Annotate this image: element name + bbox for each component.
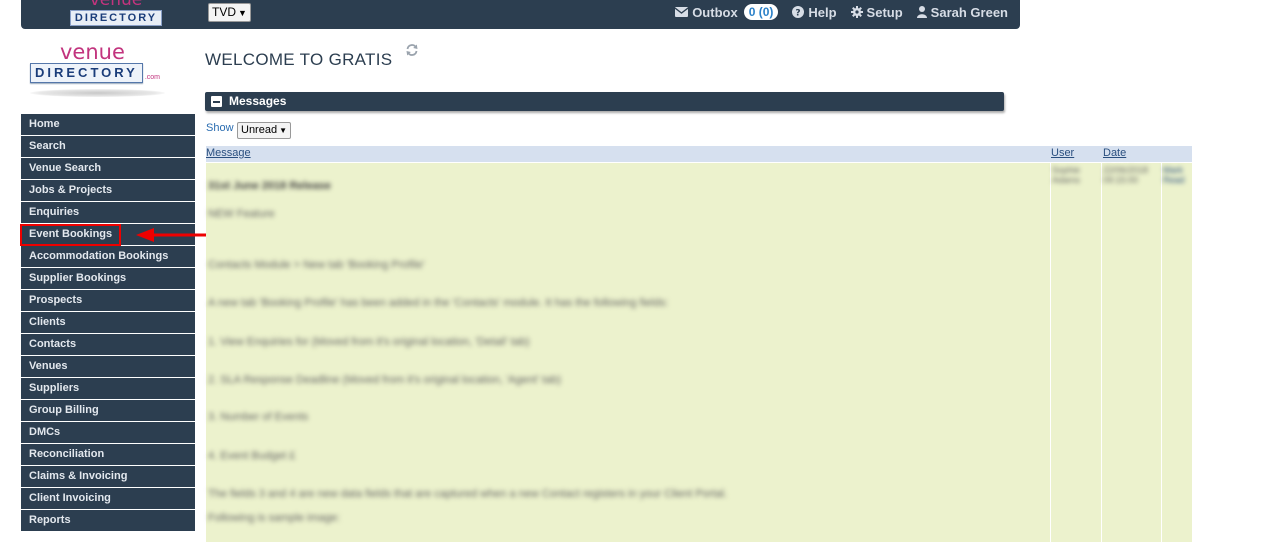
message-line: Following is sample image: bbox=[208, 512, 341, 524]
sidebar-item-contacts[interactable]: Contacts bbox=[21, 334, 195, 355]
message-line: A new tab 'Booking Profile' has been add… bbox=[208, 297, 669, 309]
sidebar-item-venues[interactable]: Venues bbox=[21, 356, 195, 377]
outbox-link[interactable]: Outbox 0 (0) bbox=[675, 4, 779, 20]
table-row: 31st June 2018 Release NEW Feature Conta… bbox=[206, 163, 1192, 542]
help-label: Help bbox=[808, 4, 837, 20]
sidebar-item-accommodation-bookings[interactable]: Accommodation Bookings bbox=[21, 246, 195, 267]
show-filter-select[interactable]: Unread ▼ bbox=[237, 122, 291, 139]
message-user: Sophie Adams bbox=[1052, 165, 1081, 185]
column-header-message[interactable]: Message bbox=[206, 146, 251, 162]
sidebar-item-venue-search[interactable]: Venue Search bbox=[21, 158, 195, 179]
top-nav-links: Outbox 0 (0) ? Help Setup Sarah Green bbox=[675, 0, 1008, 24]
column-header-date[interactable]: Date bbox=[1103, 146, 1126, 162]
outbox-count-badge: 0 (0) bbox=[743, 4, 779, 20]
sidebar-item-enquiries[interactable]: Enquiries bbox=[21, 202, 195, 223]
message-line: 4. Event Budget £ bbox=[208, 450, 296, 462]
top-logo-venue: venue bbox=[89, 0, 143, 10]
sidebar-item-client-invoicing[interactable]: Client Invoicing bbox=[21, 488, 195, 509]
messages-panel-header: Messages bbox=[205, 92, 1004, 111]
user-name: Sarah Green bbox=[930, 4, 1008, 20]
message-line: 3. Number of Events bbox=[208, 411, 309, 423]
question-circle-icon: ? bbox=[792, 6, 805, 19]
svg-text:?: ? bbox=[796, 9, 801, 19]
message-line: NEW Feature bbox=[208, 208, 275, 220]
sidebar-item-jobs-projects[interactable]: Jobs & Projects bbox=[21, 180, 195, 201]
sidebar-item-reports[interactable]: Reports bbox=[21, 510, 195, 531]
sidebar-item-dmcs[interactable]: DMCs bbox=[21, 422, 195, 443]
top-navbar: venue DIRECTORY TVD ▼ Outbox 0 (0) ? Help… bbox=[21, 0, 1020, 29]
message-line: 2. SLA Response Deadline (Moved from it'… bbox=[208, 374, 561, 386]
logo-directory-text: DIRECTORY bbox=[30, 63, 143, 83]
column-divider bbox=[1101, 163, 1102, 542]
venue-directory-logo[interactable]: venue DIRECTORY .com bbox=[30, 42, 170, 102]
setup-link[interactable]: Setup bbox=[850, 4, 903, 20]
show-filter-label: Show bbox=[206, 122, 234, 134]
collapse-minus-icon[interactable] bbox=[211, 96, 222, 107]
page-title: WELCOME TO GRATIS bbox=[205, 50, 393, 69]
column-divider bbox=[1050, 163, 1051, 542]
sidebar-item-reconciliation[interactable]: Reconciliation bbox=[21, 444, 195, 465]
show-filter-value: Unread bbox=[241, 124, 278, 136]
envelope-icon bbox=[675, 7, 689, 17]
messages-table: Message User Date 31st June 2018 Release… bbox=[206, 146, 1192, 542]
sidebar-item-suppliers[interactable]: Suppliers bbox=[21, 378, 195, 399]
sidebar-item-claims-invoicing[interactable]: Claims & Invoicing bbox=[21, 466, 195, 487]
caret-down-icon: ▼ bbox=[238, 8, 247, 18]
top-logo-directory: DIRECTORY bbox=[69, 10, 163, 26]
sidebar-item-search[interactable]: Search bbox=[21, 136, 195, 157]
messages-panel-title: Messages bbox=[229, 94, 287, 108]
refresh-icon[interactable] bbox=[405, 43, 419, 57]
logo-shadow bbox=[30, 89, 165, 97]
outbox-label: Outbox bbox=[692, 4, 738, 20]
table-header-row: Message User Date bbox=[206, 146, 1192, 162]
gear-icon bbox=[850, 6, 863, 18]
setup-label: Setup bbox=[866, 4, 903, 20]
logo-suffix: .com bbox=[144, 74, 161, 81]
sidebar-item-prospects[interactable]: Prospects bbox=[21, 290, 195, 311]
mark-read-link[interactable]: Mark Read bbox=[1163, 165, 1191, 185]
logo-venue-text: venue bbox=[60, 40, 125, 64]
sidebar-item-home[interactable]: Home bbox=[21, 114, 195, 135]
column-header-user[interactable]: User bbox=[1051, 146, 1074, 162]
account-select-value: TVD bbox=[212, 5, 236, 19]
sidebar-item-clients[interactable]: Clients bbox=[21, 312, 195, 333]
message-line: The fields 3 and 4 are new data fields t… bbox=[208, 488, 728, 500]
message-line: 1. View Enquiries for (Moved from it's o… bbox=[208, 336, 530, 348]
user-icon bbox=[916, 6, 927, 18]
sidebar-menu: Home Search Venue Search Jobs & Projects… bbox=[21, 114, 195, 532]
help-link[interactable]: ? Help bbox=[792, 4, 837, 20]
sidebar-item-group-billing[interactable]: Group Billing bbox=[21, 400, 195, 421]
message-line: 31st June 2018 Release bbox=[208, 180, 331, 192]
message-line: Contacts Module > New tab 'Booking Profi… bbox=[208, 259, 425, 271]
account-select[interactable]: TVD ▼ bbox=[208, 3, 251, 22]
sidebar-item-supplier-bookings[interactable]: Supplier Bookings bbox=[21, 268, 195, 289]
message-date: 22/06/2018 09:15:00 bbox=[1103, 165, 1149, 185]
column-divider bbox=[1161, 163, 1162, 542]
logo-directory-row: DIRECTORY .com bbox=[30, 63, 170, 83]
top-logo[interactable]: venue DIRECTORY bbox=[66, 0, 166, 28]
caret-down-icon: ▼ bbox=[279, 126, 287, 135]
user-menu[interactable]: Sarah Green bbox=[916, 4, 1008, 20]
annotation-highlight-box bbox=[20, 224, 121, 246]
